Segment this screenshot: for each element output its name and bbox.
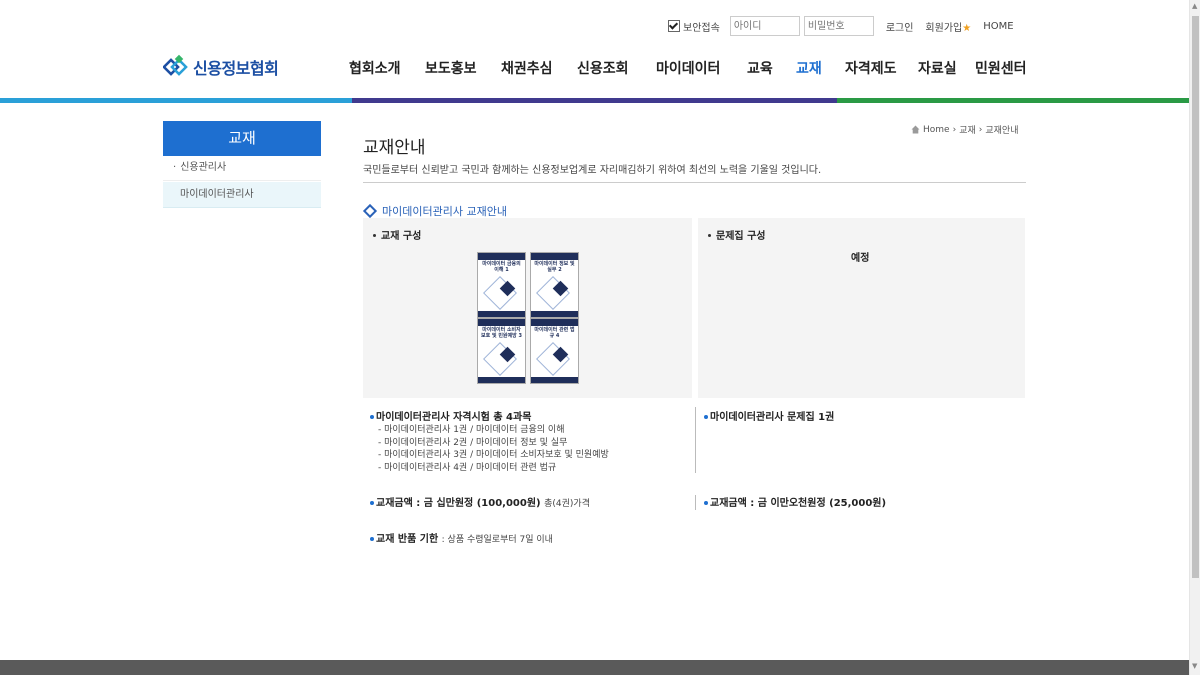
- password-input[interactable]: [803, 16, 874, 36]
- box-label-text: 문제집 구성: [716, 231, 766, 242]
- footer-bar: [0, 660, 1189, 675]
- book-title: 마이데이터 정보 및 실무 2: [534, 261, 575, 273]
- header-color-bar: [0, 98, 1190, 103]
- secure-checkbox[interactable]: [668, 20, 680, 32]
- book-cover-2: 마이데이터 정보 및 실무 2: [530, 252, 579, 318]
- book-cover-4: 마이데이터 관련 법규 4: [530, 318, 579, 384]
- title-divider: [363, 182, 1026, 183]
- workbook-note: 예정: [851, 253, 870, 264]
- sidebar-item-mydata-manager[interactable]: 마이데이터관리사: [163, 182, 321, 208]
- price-line: 교재금액 : 금 십만원정 (100,000원) 총(4권)가격: [370, 494, 590, 511]
- scrollbar-thumb[interactable]: [1192, 16, 1199, 578]
- logo-text: 신용정보협회: [193, 59, 279, 78]
- book-title: 마이데이터 관련 법규 4: [534, 327, 575, 339]
- subject-list: - 마이데이터관리사 1권 / 마이데이터 금융의 이해 - 마이데이터관리사 …: [378, 424, 690, 474]
- price-text: 교재금액 : 금 십만원정 (100,000원): [376, 498, 541, 509]
- site-logo[interactable]: 신용정보협회: [163, 54, 279, 80]
- book-title: 마이데이터 소비자보호 및 민원예방 3: [481, 327, 522, 339]
- join-label: 회원가입: [925, 22, 963, 34]
- chevron-right-icon: ›: [978, 124, 983, 135]
- scroll-up-icon[interactable]: ▲: [1192, 2, 1197, 10]
- nav-item-about[interactable]: 협회소개: [349, 58, 401, 78]
- breadcrumb: Home › 교재 › 교재안내: [911, 123, 1021, 136]
- box-label: 교재 구성: [373, 227, 421, 242]
- refund-value: : 상품 수령일로부터 7일 이내: [441, 535, 553, 545]
- chevron-right-icon: ›: [952, 124, 957, 135]
- sidebar-item-label: 마이데이터관리사: [180, 189, 254, 200]
- nav-item-certification[interactable]: 자격제도: [845, 58, 897, 78]
- login-link[interactable]: 로그인: [886, 19, 914, 34]
- sidebar-item-label: 신용관리사: [180, 162, 227, 173]
- price-suffix: 총(4권)가격: [544, 499, 590, 509]
- info-heading: 마이데이터관리사 문제집 1권: [704, 408, 834, 423]
- scroll-down-icon[interactable]: ▼: [1192, 662, 1197, 670]
- page-scrollbar[interactable]: ▲ ▼: [1189, 0, 1200, 675]
- breadcrumb-home[interactable]: Home: [923, 125, 950, 135]
- page-title: 교재안내: [363, 138, 426, 158]
- home-icon: [911, 125, 920, 134]
- nav-item-credit-inquiry[interactable]: 신용조회: [577, 58, 629, 78]
- nav-item-press[interactable]: 보도홍보: [425, 58, 477, 78]
- list-item: - 마이데이터관리사 2권 / 마이데이터 정보 및 실무: [378, 437, 568, 448]
- info-divider: [695, 407, 696, 473]
- textbook-price: 교재금액 : 금 십만원정 (100,000원) 총(4권)가격: [370, 494, 590, 511]
- refund-label: 교재 반품 기한: [376, 534, 439, 545]
- logo-icon: [163, 54, 188, 76]
- list-item: - 마이데이터관리사 1권 / 마이데이터 금융의 이해: [378, 425, 565, 435]
- book-cover-1: 마이데이터 금융의 이해 1: [477, 252, 526, 318]
- breadcrumb-category[interactable]: 교재: [959, 123, 976, 136]
- book-title: 마이데이터 금융의 이해 1: [482, 261, 521, 273]
- nav-item-textbook[interactable]: 교재: [796, 58, 822, 78]
- page-description: 국민들로부터 신뢰받고 국민과 함께하는 신용정보업계로 자리매김하기 위하여 …: [363, 165, 822, 176]
- list-item: - 마이데이터관리사 3권 / 마이데이터 소비자보호 및 민원예방: [378, 450, 609, 460]
- diamond-icon: [362, 203, 378, 219]
- textbook-composition-box: 교재 구성 마이데이터 금융의 이해 1 마이데이터 정보 및 실무 2 마이데…: [363, 218, 692, 398]
- box-label: 문제집 구성: [708, 227, 765, 242]
- box-label-text: 교재 구성: [381, 231, 422, 242]
- nav-item-collection[interactable]: 채권추심: [501, 58, 553, 78]
- workbook-price: 교재금액 : 금 이만오천원정 (25,000원): [704, 494, 886, 509]
- book-cover-3: 마이데이터 소비자보호 및 민원예방 3: [477, 318, 526, 384]
- nav-item-mydata[interactable]: 마이데이터: [656, 58, 720, 78]
- nav-item-service-center[interactable]: 민원센터: [975, 58, 1027, 78]
- list-item: - 마이데이터관리사 4권 / 마이데이터 관련 법규: [378, 462, 557, 473]
- secure-label: 보안접속: [683, 22, 720, 34]
- home-link[interactable]: HOME: [983, 21, 1013, 32]
- utility-bar: 보안접속 로그인 회원가입★ HOME: [668, 14, 1014, 38]
- price-line: 교재금액 : 금 이만오천원정 (25,000원): [704, 494, 886, 509]
- price-text: 교재금액 : 금 이만오천원정 (25,000원): [710, 498, 887, 509]
- textbook-info: 마이데이터관리사 자격시험 총 4과목 - 마이데이터관리사 1권 / 마이데이…: [370, 408, 690, 474]
- nav-item-education[interactable]: 교육: [747, 58, 773, 78]
- workbook-composition-box: 문제집 구성 예정: [698, 218, 1025, 398]
- join-link[interactable]: 회원가입★: [925, 19, 971, 34]
- refund-policy: 교재 반품 기한 : 상품 수령일로부터 7일 이내: [370, 530, 553, 547]
- refund-line: 교재 반품 기한 : 상품 수령일로부터 7일 이내: [370, 530, 553, 547]
- info-heading-text: 마이데이터관리사 자격시험 총 4과목: [376, 412, 532, 423]
- sidebar-title: 교재: [163, 121, 321, 156]
- star-icon: ★: [962, 22, 972, 34]
- nav-item-archive[interactable]: 자료실: [918, 58, 957, 78]
- section-title-text: 마이데이터관리사 교재안내: [382, 205, 507, 218]
- price-divider: [695, 495, 696, 510]
- id-input[interactable]: [729, 16, 800, 36]
- workbook-info: 마이데이터관리사 문제집 1권: [704, 408, 834, 423]
- info-heading: 마이데이터관리사 자격시험 총 4과목: [370, 408, 690, 423]
- breadcrumb-current: 교재안내: [985, 126, 1019, 136]
- info-heading-text: 마이데이터관리사 문제집 1권: [710, 412, 835, 423]
- section-title: 마이데이터관리사 교재안내: [362, 203, 507, 219]
- sidebar-item-credit-manager[interactable]: · 신용관리사: [163, 155, 321, 181]
